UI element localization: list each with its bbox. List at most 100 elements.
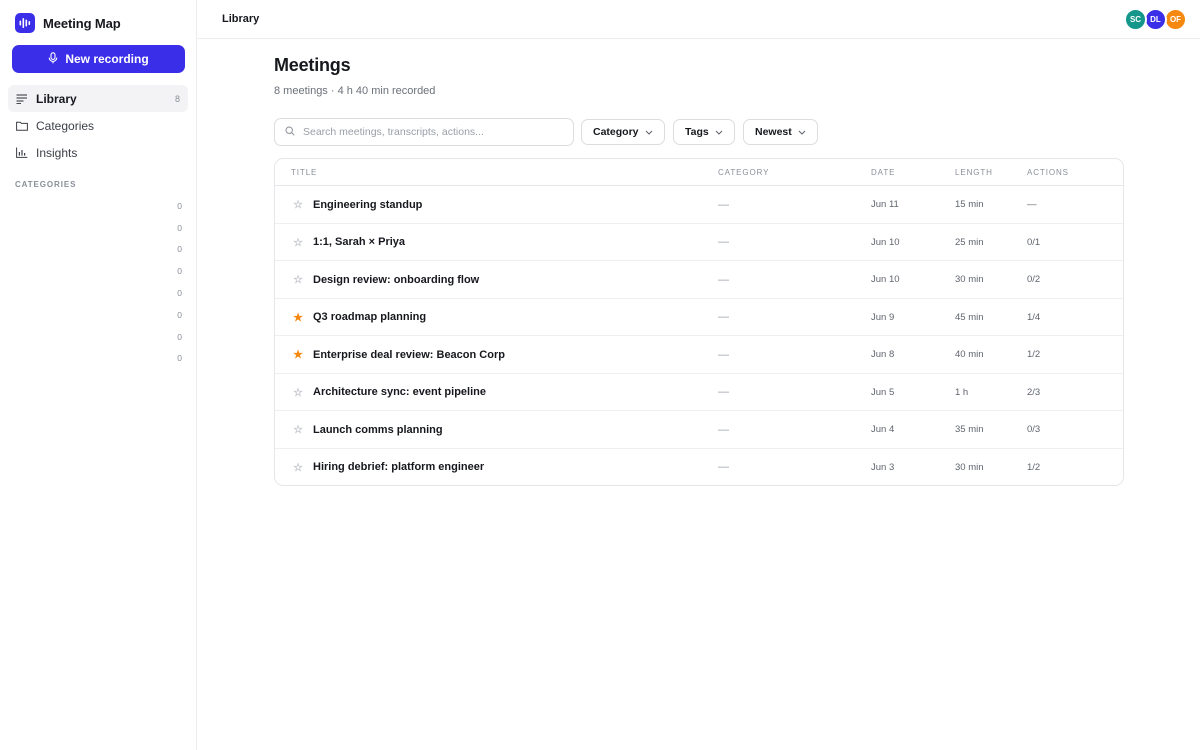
actions-cell: — [1027, 199, 1037, 211]
chevron-down-icon [798, 126, 806, 138]
table-row[interactable]: ☆ 1:1, Sarah × Priya — Jun 10 25 min 0/1 [275, 224, 1123, 262]
table-row[interactable]: ☆ Hiring debrief: platform engineer — Jun 3… [275, 449, 1123, 486]
category-filter-button[interactable]: Category [581, 119, 665, 145]
page-subtitle: 8 meetings · 4 h 40 min recorded [274, 85, 436, 97]
meetings-table: TITLE CATEGORY DATE LENGTH ACTIONS ☆ Engi… [274, 158, 1124, 486]
date-cell: Jun 10 [871, 274, 900, 286]
sidebar-item-insights[interactable]: Insights [8, 139, 188, 166]
actions-cell: 1/2 [1027, 349, 1041, 361]
chevron-down-icon [645, 126, 653, 138]
table-row[interactable]: ☆ Design review: onboarding flow — Jun 10 30… [275, 261, 1123, 299]
actions-cell: 0/1 [1027, 236, 1041, 248]
actions-cell: 0/3 [1027, 424, 1041, 436]
length-cell: 25 min [955, 236, 984, 248]
sidebar-nav: Library 8 Categories Insights [8, 85, 188, 166]
brand[interactable]: Meeting Map [15, 13, 121, 33]
sidebar-item-count: 8 [174, 93, 180, 104]
sidebar-item-label: Categories [36, 118, 95, 133]
avatar[interactable]: DL [1144, 8, 1167, 31]
top-bar: Library SC DL OF [198, 0, 1200, 39]
category-count: 0 [177, 288, 182, 299]
star-outline-icon[interactable]: ☆ [291, 461, 305, 474]
category-cell: — [718, 236, 729, 249]
column-header-date[interactable]: DATE [871, 168, 895, 177]
table-row[interactable]: ★ Q3 roadmap planning — Jun 9 45 min 1/4 [275, 299, 1123, 337]
sort-dropdown-button[interactable]: Newest [743, 119, 818, 145]
sidebar-item-label: Library [36, 91, 77, 106]
meeting-title: Hiring debrief: platform engineer [313, 461, 485, 474]
meeting-title-cell[interactable]: ☆ Design review: onboarding flow [291, 261, 479, 299]
category-cell: — [718, 198, 729, 211]
meeting-title-cell[interactable]: ☆ 1:1, Sarah × Priya [291, 224, 405, 262]
filter-label: Newest [755, 126, 792, 138]
avatar[interactable]: SC [1124, 8, 1147, 31]
folder-icon [16, 120, 28, 132]
new-recording-button[interactable]: New recording [12, 45, 185, 73]
category-cell: — [718, 348, 729, 361]
star-filled-icon[interactable]: ★ [291, 348, 305, 361]
column-header-title[interactable]: TITLE [291, 168, 317, 177]
star-outline-icon[interactable]: ☆ [291, 236, 305, 249]
category-cell: — [718, 461, 729, 474]
star-filled-icon[interactable]: ★ [291, 311, 305, 324]
avatar[interactable]: OF [1164, 8, 1187, 31]
column-header-length[interactable]: LENGTH [955, 168, 993, 177]
date-cell: Jun 10 [871, 236, 900, 248]
search-input[interactable] [303, 126, 553, 138]
actions-cell: 1/2 [1027, 461, 1041, 473]
filter-label: Category [593, 126, 639, 138]
star-outline-icon[interactable]: ☆ [291, 273, 305, 286]
length-cell: 30 min [955, 461, 984, 473]
star-outline-icon[interactable]: ☆ [291, 198, 305, 211]
sidebar: Meeting Map New recording Library 8 Cate… [0, 0, 197, 750]
category-count: 0 [177, 222, 182, 233]
library-lines-icon [16, 93, 28, 105]
category-cell: — [718, 386, 729, 399]
length-cell: 40 min [955, 349, 984, 361]
actions-cell: 0/2 [1027, 274, 1041, 286]
category-cell: — [718, 311, 729, 324]
meeting-title: Architecture sync: event pipeline [313, 386, 486, 399]
table-body: ☆ Engineering standup — Jun 11 15 min — ☆ 1:1, … [275, 186, 1123, 486]
sidebar-item-categories[interactable]: Categories [8, 112, 188, 139]
table-row[interactable]: ☆ Architecture sync: event pipeline — Jun 5… [275, 374, 1123, 412]
length-cell: 1 h [955, 386, 969, 398]
date-cell: Jun 3 [871, 461, 895, 473]
meeting-title: Q3 roadmap planning [313, 311, 427, 324]
meeting-title-cell[interactable]: ★ Q3 roadmap planning [291, 299, 426, 337]
date-cell: Jun 8 [871, 349, 895, 361]
page-title: Meetings [274, 55, 351, 75]
meeting-title: Launch comms planning [313, 423, 443, 436]
column-header-actions[interactable]: ACTIONS [1027, 168, 1069, 177]
table-row[interactable]: ★ Enterprise deal review: Beacon Corp — Jun… [275, 336, 1123, 374]
sidebar-item-library[interactable]: Library 8 [8, 85, 188, 112]
category-cell: — [718, 423, 729, 436]
meeting-title-cell[interactable]: ☆ Launch comms planning [291, 411, 443, 449]
avatar-group[interactable]: SC DL OF [1124, 8, 1187, 31]
date-cell: Jun 11 [871, 199, 899, 211]
filter-label: Tags [685, 126, 709, 138]
meeting-title-cell[interactable]: ☆ Engineering standup [291, 186, 422, 224]
meeting-title-cell[interactable]: ☆ Architecture sync: event pipeline [291, 374, 486, 412]
category-list: 0 0 0 0 0 0 0 0 [8, 195, 188, 369]
meeting-title: Enterprise deal review: Beacon Corp [313, 348, 505, 361]
meeting-title: Engineering standup [313, 198, 423, 211]
star-outline-icon[interactable]: ☆ [291, 386, 305, 399]
meeting-title-cell[interactable]: ☆ Hiring debrief: platform engineer [291, 449, 485, 486]
star-outline-icon[interactable]: ☆ [291, 423, 305, 436]
search-icon [285, 123, 295, 141]
tags-filter-button[interactable]: Tags [673, 119, 735, 145]
bar-chart-icon [16, 147, 28, 159]
table-row[interactable]: ☆ Launch comms planning — Jun 4 35 min 0/3 [275, 411, 1123, 449]
table-row[interactable]: ☆ Engineering standup — Jun 11 15 min — [275, 186, 1123, 224]
category-count: 0 [177, 353, 182, 364]
category-count: 0 [177, 309, 182, 320]
search-box[interactable] [274, 118, 574, 146]
actions-cell: 2/3 [1027, 386, 1041, 398]
meeting-title: Design review: onboarding flow [313, 273, 480, 286]
breadcrumb[interactable]: Library [222, 13, 259, 25]
microphone-icon [48, 51, 58, 67]
chevron-down-icon [715, 126, 723, 138]
column-header-category[interactable]: CATEGORY [718, 168, 769, 177]
meeting-title-cell[interactable]: ★ Enterprise deal review: Beacon Corp [291, 336, 505, 374]
